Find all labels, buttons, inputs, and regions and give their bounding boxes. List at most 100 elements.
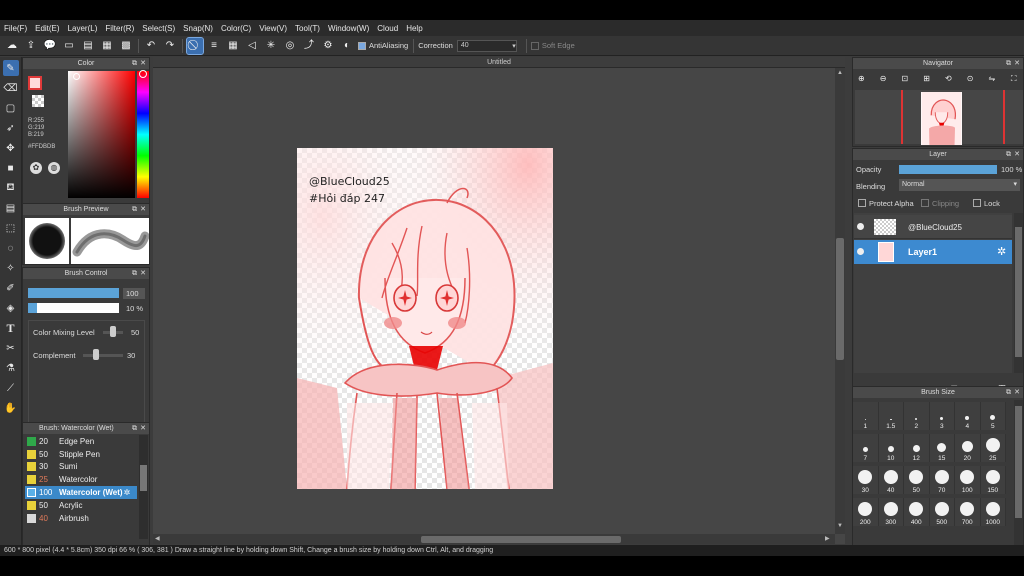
menu-view[interactable]: View(V) [259,24,287,33]
color-settings-icon[interactable]: ◍ [48,162,60,174]
layer-row-layer1[interactable]: Layer1 ✲ [854,240,1012,264]
scroll-left-icon[interactable]: ◀ [155,535,160,542]
menu-help[interactable]: Help [406,24,422,33]
brush-size-option[interactable]: 12 [904,434,930,462]
brush-item-watercolor-wet[interactable]: 100 Watercolor (Wet) ✲ [25,486,137,499]
brush-size-option[interactable]: 70 [929,466,955,494]
expand-icon[interactable]: ⧉ [1006,387,1011,398]
close-icon[interactable]: ✕ [140,423,146,434]
snap-off-icon[interactable]: ⃠ [186,36,204,55]
document-icon[interactable]: ▤ [80,38,96,54]
chat-icon[interactable]: 💬 [42,38,58,54]
grid-icon[interactable]: ▦ [99,38,115,54]
close-icon[interactable]: ✕ [1014,387,1020,398]
brush-size-option[interactable]: 1 [853,402,879,430]
text-tool-icon[interactable]: T [3,320,19,336]
close-icon[interactable]: ✕ [140,58,146,69]
expand-icon[interactable]: ⧉ [132,268,137,279]
brush-item-sumi[interactable]: 30 Sumi [25,461,137,474]
protect-alpha-checkbox[interactable] [858,199,866,207]
comment-icon[interactable]: ▭ [61,38,77,54]
rotate-icon[interactable]: ⟲ [942,72,955,85]
expand-icon[interactable]: ⧉ [132,423,137,434]
brush-size-option[interactable]: 700 [955,498,981,526]
brush-size-option[interactable]: 5 [980,402,1006,430]
document-canvas[interactable]: @BlueCloud25 #Hỏi đáp 247 [297,148,553,489]
soft-edge-checkbox[interactable] [530,41,539,50]
fit-view-icon[interactable]: ⊡ [899,72,912,85]
brush-item-acrylic[interactable]: 50 Acrylic [25,499,137,512]
share-icon[interactable]: ⇪ [23,38,39,54]
foreground-color-swatch[interactable] [28,76,42,90]
brush-size-option[interactable]: 50 [904,466,930,494]
expand-icon[interactable]: ⧉ [132,58,137,69]
scroll-up-icon[interactable]: ▲ [837,70,843,76]
brush-size-option[interactable]: 20 [955,434,981,462]
close-icon[interactable]: ✕ [1014,149,1020,160]
brush-item-edge-pen[interactable]: 20 Edge Pen [25,435,137,448]
visibility-icon[interactable] [857,223,864,230]
brush-list-scrollbar[interactable] [139,435,148,539]
brush-item-airbrush[interactable]: 40 Airbrush [25,512,137,525]
hue-slider[interactable] [137,71,149,198]
gear-icon[interactable]: ✲ [124,488,131,497]
brush-size-option[interactable]: 300 [878,498,904,526]
snap-circle-icon[interactable]: ◎ [282,38,298,54]
brush-size-option[interactable]: 150 [980,466,1006,494]
brush-size-option[interactable]: 3 [929,402,955,430]
scrollbar-thumb[interactable] [1015,227,1022,357]
canvas-horizontal-scrollbar[interactable]: ◀ ▶ [153,534,835,544]
scrollbar-thumb[interactable] [140,465,147,491]
scrollbar-thumb[interactable] [421,536,621,543]
scrollbar-thumb[interactable] [836,238,844,360]
expand-icon[interactable]: ⧉ [1006,58,1011,69]
palette-icon[interactable]: ✿ [30,162,42,174]
fullscreen-icon[interactable]: ⛶ [1007,72,1020,85]
brush-size-option[interactable]: 100 [955,466,981,494]
brush-size-option[interactable]: 40 [878,466,904,494]
brush-size-option[interactable]: 1.5 [878,402,904,430]
eyedropper-icon[interactable]: ⚗ [3,360,19,376]
brush-tool-icon[interactable]: ✎ [2,60,19,76]
close-icon[interactable]: ✕ [140,204,146,215]
menu-edit[interactable]: Edit(E) [35,24,59,33]
brush-size-option[interactable]: 25 [980,434,1006,462]
correction-select[interactable]: 40 ▾ [456,39,517,52]
select-eraser-icon[interactable]: ◈ [3,300,19,316]
navigator-preview[interactable] [855,90,1023,145]
background-color-swatch[interactable] [32,95,44,107]
hue-slider-knob[interactable] [139,70,147,78]
menu-snap[interactable]: Snap(N) [183,24,213,33]
brush-item-watercolor[interactable]: 25 Watercolor [25,473,137,486]
snap-extra-icon[interactable]: ◐ [339,38,355,54]
gear-icon[interactable]: ✲ [997,245,1006,258]
antialiasing-checkbox[interactable] [358,41,366,50]
size-slider[interactable] [28,288,119,298]
scrollbar-thumb[interactable] [1015,406,1022,518]
zoom-in-icon[interactable]: ⊕ [855,72,868,85]
actual-size-icon[interactable]: ⊞ [920,72,933,85]
snap-curve-icon[interactable]: ⤴ [301,38,317,54]
color-picker-cursor[interactable] [73,73,80,80]
zoom-out-icon[interactable]: ⊖ [877,72,890,85]
complement-slider-knob[interactable] [93,349,99,360]
gradient-tool-icon[interactable]: ▤ [3,200,19,216]
opacity-slider[interactable] [28,303,119,313]
complement-slider[interactable] [83,354,123,357]
canvas-tab[interactable]: Untitled [153,57,845,68]
menu-file[interactable]: File(F) [4,24,27,33]
expand-icon[interactable]: ⧉ [132,204,137,215]
brush-size-option[interactable]: 1000 [980,498,1006,526]
brush-size-option[interactable]: 400 [904,498,930,526]
size-value[interactable]: 100 [123,288,145,299]
menu-filter[interactable]: Filter(R) [105,24,134,33]
lasso-tool-icon[interactable]: ➶ [3,120,19,136]
lasso-select-icon[interactable]: ◌ [3,240,19,256]
lock-checkbox[interactable] [973,199,981,207]
select-pen-icon[interactable]: ✐ [3,280,19,296]
shape-tool-icon[interactable]: ■ [3,160,19,176]
layer-row-bluecloud[interactable]: @BlueCloud25 [854,215,1012,239]
select-tool-icon[interactable]: ⬚ [3,220,19,236]
menu-tool[interactable]: Tool(T) [295,24,320,33]
dropper-alt-icon[interactable]: ⟋ [3,380,19,396]
